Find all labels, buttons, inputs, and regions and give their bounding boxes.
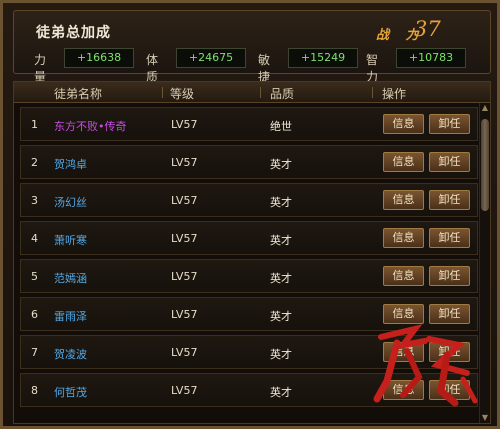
table-row: 3 汤幻丝 LV57 英才 信息 卸任 [20, 183, 478, 217]
header-quality: 品质 [270, 87, 295, 101]
info-button[interactable]: 信息 [383, 304, 424, 324]
disciple-level: LV57 [171, 156, 198, 169]
disciple-quality: 绝世 [270, 120, 292, 133]
table-row: 5 范嫣涵 LV57 英才 信息 卸任 [20, 259, 478, 293]
table-row: 4 萧听寒 LV57 英才 信息 卸任 [20, 221, 478, 255]
row-index: 6 [31, 308, 38, 321]
disciple-table: 徒弟名称 等级 品质 操作 1 东方不败•传奇 LV57 绝世 信息 卸任 2 … [13, 81, 491, 424]
scrollbar[interactable]: ▲ ▼ [479, 103, 490, 423]
row-index: 3 [31, 194, 38, 207]
scroll-thumb[interactable] [481, 119, 489, 211]
info-button[interactable]: 信息 [383, 266, 424, 286]
triangle-down-icon[interactable]: ▼ [480, 413, 490, 423]
header-divider [162, 87, 163, 98]
stat-value: +16638 [64, 48, 134, 68]
disciple-name[interactable]: 雷雨泽 [54, 308, 87, 324]
stat-value: +24675 [176, 48, 246, 68]
disciple-quality: 英才 [270, 196, 292, 209]
disciple-quality: 英才 [270, 348, 292, 361]
summary-title: 徒弟总加成 [36, 25, 111, 41]
info-button[interactable]: 信息 [383, 152, 424, 172]
dismiss-button[interactable]: 卸任 [429, 304, 470, 324]
stat-label: 敏捷 [258, 53, 271, 84]
disciple-name[interactable]: 萧听寒 [54, 232, 87, 248]
dismiss-button[interactable]: 卸任 [429, 380, 470, 400]
disciple-level: LV57 [171, 194, 198, 207]
disciple-level: LV57 [171, 232, 198, 245]
info-button[interactable]: 信息 [383, 342, 424, 362]
disciple-name[interactable]: 何哲茂 [54, 384, 87, 400]
disciple-name[interactable]: 贺鸿卓 [54, 156, 87, 172]
info-button[interactable]: 信息 [383, 190, 424, 210]
bonus-summary: 徒弟总加成 战 力 37 力量 +16638 体质 +24675 敏捷 +152… [13, 10, 492, 84]
header-level: 等级 [170, 87, 195, 101]
stat-label: 力量 [34, 53, 47, 84]
row-index: 8 [31, 384, 38, 397]
info-button[interactable]: 信息 [383, 380, 424, 400]
disciple-level: LV57 [171, 308, 198, 321]
table-header: 徒弟名称 等级 品质 操作 [14, 82, 490, 103]
disciple-quality: 英才 [270, 310, 292, 323]
info-button[interactable]: 信息 [383, 228, 424, 248]
row-index: 7 [31, 346, 38, 359]
disciple-level: LV57 [171, 270, 198, 283]
disciple-quality: 英才 [270, 272, 292, 285]
table-row: 2 贺鸿卓 LV57 英才 信息 卸任 [20, 145, 478, 179]
dismiss-button[interactable]: 卸任 [429, 266, 470, 286]
table-row: 1 东方不败•传奇 LV57 绝世 信息 卸任 [20, 107, 478, 141]
header-divider [372, 87, 373, 98]
row-index: 1 [31, 118, 38, 131]
header-divider [260, 87, 261, 98]
table-row: 8 何哲茂 LV57 英才 信息 卸任 [20, 373, 478, 407]
disciple-quality: 英才 [270, 234, 292, 247]
disciple-quality: 英才 [270, 158, 292, 171]
stat-value: +15249 [288, 48, 358, 68]
stat-value: +10783 [396, 48, 466, 68]
table-row: 6 雷雨泽 LV57 英才 信息 卸任 [20, 297, 478, 331]
disciple-name[interactable]: 范嫣涵 [54, 270, 87, 286]
dismiss-button[interactable]: 卸任 [429, 190, 470, 210]
row-index: 2 [31, 156, 38, 169]
row-index: 5 [31, 270, 38, 283]
stat-label: 体质 [146, 53, 159, 84]
disciple-name[interactable]: 汤幻丝 [54, 194, 87, 210]
disciple-level: LV57 [171, 384, 198, 397]
info-button[interactable]: 信息 [383, 114, 424, 134]
disciple-panel: 徒弟总加成 战 力 37 力量 +16638 体质 +24675 敏捷 +152… [0, 0, 500, 429]
disciple-quality: 英才 [270, 386, 292, 399]
stat-label: 智力 [366, 53, 379, 84]
disciple-name[interactable]: 贺凌波 [54, 346, 87, 362]
header-name: 徒弟名称 [54, 87, 103, 101]
disciple-name[interactable]: 东方不败•传奇 [54, 118, 127, 134]
combat-power-value: 37 [414, 17, 441, 41]
dismiss-button[interactable]: 卸任 [429, 228, 470, 248]
triangle-up-icon[interactable]: ▲ [480, 103, 490, 113]
dismiss-button[interactable]: 卸任 [429, 114, 470, 134]
table-row: 7 贺凌波 LV57 英才 信息 卸任 [20, 335, 478, 369]
row-index: 4 [31, 232, 38, 245]
dismiss-button[interactable]: 卸任 [429, 152, 470, 172]
disciple-level: LV57 [171, 118, 198, 131]
disciple-level: LV57 [171, 346, 198, 359]
header-action: 操作 [382, 87, 407, 101]
combat-power: 战 力 37 [372, 17, 492, 43]
dismiss-button[interactable]: 卸任 [429, 342, 470, 362]
